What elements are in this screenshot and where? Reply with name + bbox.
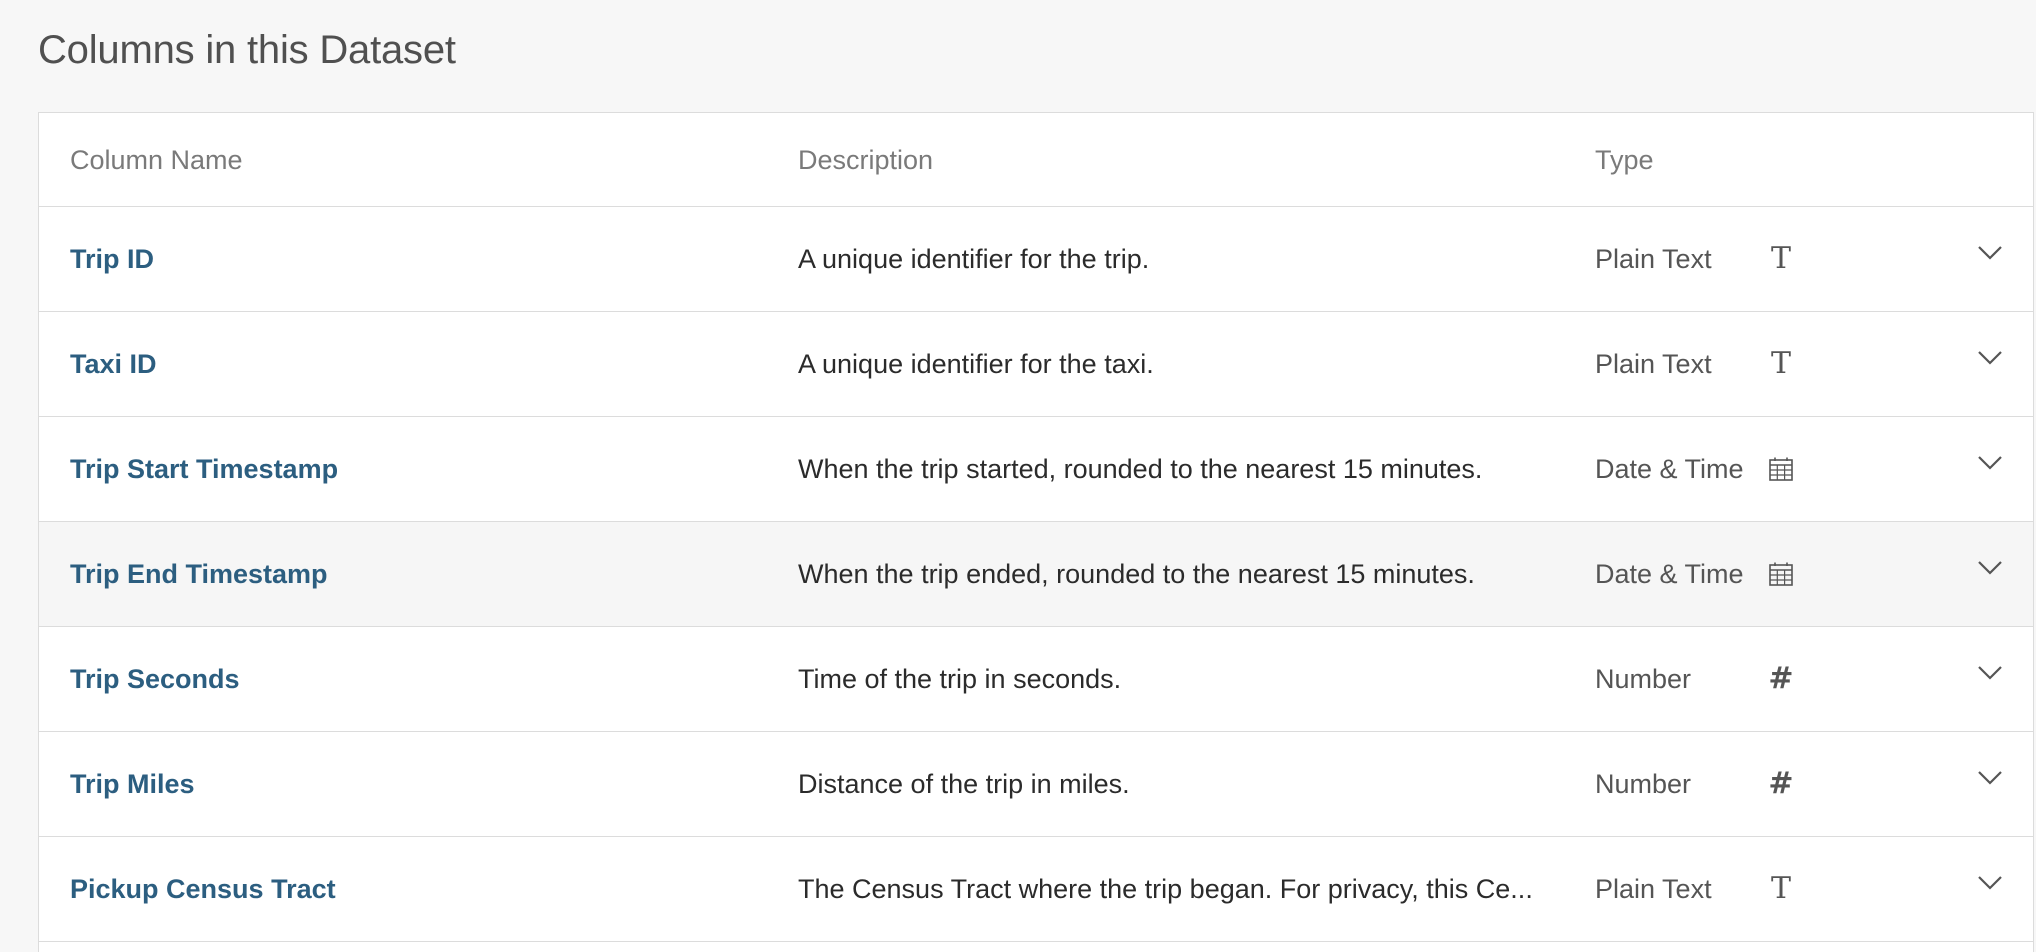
chevron-down-icon[interactable] <box>1973 550 2007 584</box>
column-description: When the trip ended, rounded to the near… <box>798 559 1475 589</box>
column-type-label: Date & Time <box>1595 559 1744 589</box>
column-description: A unique identifier for the trip. <box>798 244 1150 274</box>
chevron-down-icon[interactable] <box>1973 235 2007 269</box>
column-description: Time of the trip in seconds. <box>798 664 1122 694</box>
column-name-link[interactable]: Trip Start Timestamp <box>70 417 338 521</box>
number-hash-icon: # <box>1768 661 1794 696</box>
column-type-label: Plain Text <box>1595 349 1712 379</box>
table-row[interactable]: Trip Seconds Time of the trip in seconds… <box>39 627 2033 732</box>
table-header: Column Name Description Type <box>39 113 2033 207</box>
column-name-link[interactable]: Trip End Timestamp <box>70 522 328 626</box>
header-description: Description <box>798 145 934 175</box>
text-type-icon: T <box>1770 346 1791 381</box>
header-column-name: Column Name <box>70 145 243 175</box>
table-row[interactable]: Trip End Timestamp When the trip ended, … <box>39 522 2033 627</box>
column-description: A unique identifier for the taxi. <box>798 349 1154 379</box>
column-type-label: Number <box>1595 769 1692 799</box>
table-row[interactable]: Trip Start Timestamp When the trip start… <box>39 417 2033 522</box>
table-row[interactable]: Trip Miles Distance of the trip in miles… <box>39 732 2033 837</box>
column-description: When the trip started, rounded to the ne… <box>798 454 1483 484</box>
column-name-link[interactable]: Trip Miles <box>70 732 195 836</box>
column-description: Distance of the trip in miles. <box>798 769 1130 799</box>
column-type-label: Plain Text <box>1595 874 1712 904</box>
column-name-link[interactable]: Trip Seconds <box>70 627 240 731</box>
text-type-icon: T <box>1770 871 1791 906</box>
calendar-icon <box>1765 453 1797 485</box>
column-name-link[interactable]: Pickup Census Tract <box>70 837 336 941</box>
header-type: Type <box>1595 145 1654 175</box>
number-hash-icon: # <box>1768 766 1794 801</box>
text-type-icon: T <box>1770 241 1791 276</box>
columns-table: Column Name Description Type Trip ID A u… <box>38 112 2034 952</box>
column-type-label: Plain Text <box>1595 244 1712 274</box>
chevron-down-icon[interactable] <box>1973 760 2007 794</box>
column-type-label: Date & Time <box>1595 454 1744 484</box>
column-name-link[interactable]: Taxi ID <box>70 312 157 416</box>
chevron-down-icon[interactable] <box>1973 865 2007 899</box>
columns-section: Columns in this Dataset Column Name Desc… <box>0 0 2036 952</box>
chevron-down-icon[interactable] <box>1973 655 2007 689</box>
section-title: Columns in this Dataset <box>38 28 456 72</box>
chevron-down-icon[interactable] <box>1973 445 2007 479</box>
calendar-icon <box>1765 558 1797 590</box>
column-type-label: Number <box>1595 664 1692 694</box>
column-description: The Census Tract where the trip began. F… <box>798 874 1533 904</box>
table-row[interactable]: Pickup Census Tract The Census Tract whe… <box>39 837 2033 942</box>
table-row[interactable]: Trip ID A unique identifier for the trip… <box>39 207 2033 312</box>
chevron-down-icon[interactable] <box>1973 340 2007 374</box>
column-name-link[interactable]: Trip ID <box>70 207 154 311</box>
table-row[interactable]: Taxi ID A unique identifier for the taxi… <box>39 312 2033 417</box>
